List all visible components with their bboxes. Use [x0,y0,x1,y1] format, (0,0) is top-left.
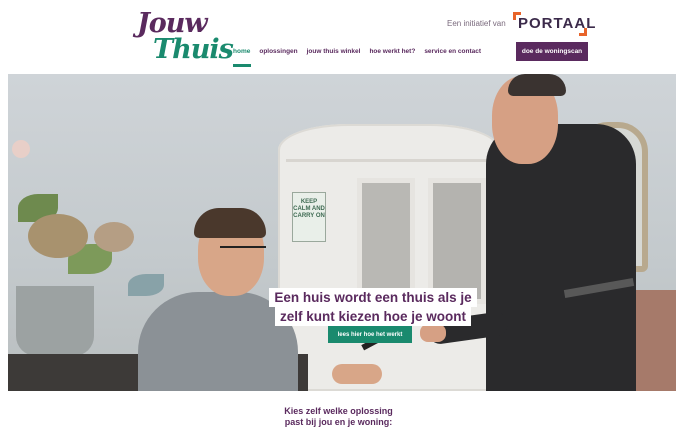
flowers-illustration [8,134,188,309]
intro-heading: Kies zelf welke oplossing past bij jou e… [0,406,677,428]
dried-flower-icon [28,214,88,258]
nav-item-jouw-thuis-winkel[interactable]: jouw thuis winkel [307,48,361,57]
person-right-hand [420,324,446,342]
keep-calm-sign: KEEP CALM AND CARRY ON [292,192,326,242]
intro-line1: Kies zelf welke oplossing [284,406,393,416]
portaal-corner-icon [513,12,516,20]
nav-item-home[interactable]: home [233,48,252,67]
hero-headline-line2: zelf kunt kiezen hoe je woont [274,307,472,326]
nav-item-hoe-werkt-het[interactable]: hoe werkt het? [369,48,415,57]
rose-icon [12,140,30,158]
person-left-hand [332,364,382,384]
cabinet-glass-illustration [428,178,486,304]
logo-line2: Thuis [153,34,234,65]
hero-headline-line1: Een huis wordt een thuis als je [269,288,477,307]
cabinet-glass-illustration [357,178,415,304]
cabinet-top-illustration [286,128,492,162]
person-right-body [486,124,636,391]
logo-line1: Jouw [137,8,208,39]
site-header: Jouw Thuis Een initiatief van PORTAAL ho… [0,0,677,72]
fireplace-illustration [630,290,676,391]
woningscan-button[interactable]: doe de woningscan [516,42,588,61]
nav-item-oplossingen[interactable]: oplossingen [259,48,297,57]
nav-item-service-en-contact[interactable]: service en contact [424,48,481,57]
vase-illustration [16,286,94,356]
hero-headline: Een huis wordt een thuis als je zelf kun… [263,288,483,326]
person-left-hair [194,208,266,238]
leaf-icon [128,274,164,296]
person-right-hair [508,74,566,96]
glasses-icon [220,246,266,256]
portaal-logo[interactable]: PORTAAL [513,12,595,36]
page: Jouw Thuis Een initiatief van PORTAAL ho… [0,0,677,432]
initiative-text: Een initiatief van [447,19,506,28]
main-nav: home oplossingen jouw thuis winkel hoe w… [233,48,481,67]
hero-banner: KEEP CALM AND CARRY ON Een huis wordt ee… [8,74,676,391]
read-how-it-works-button[interactable]: lees hier hoe het werkt [328,326,412,343]
intro-line2: past bij jou en je woning: [284,417,393,427]
jouw-thuis-logo[interactable]: Jouw Thuis [135,8,234,66]
dried-flower-icon [94,222,134,252]
portaal-corner-icon [584,28,587,36]
